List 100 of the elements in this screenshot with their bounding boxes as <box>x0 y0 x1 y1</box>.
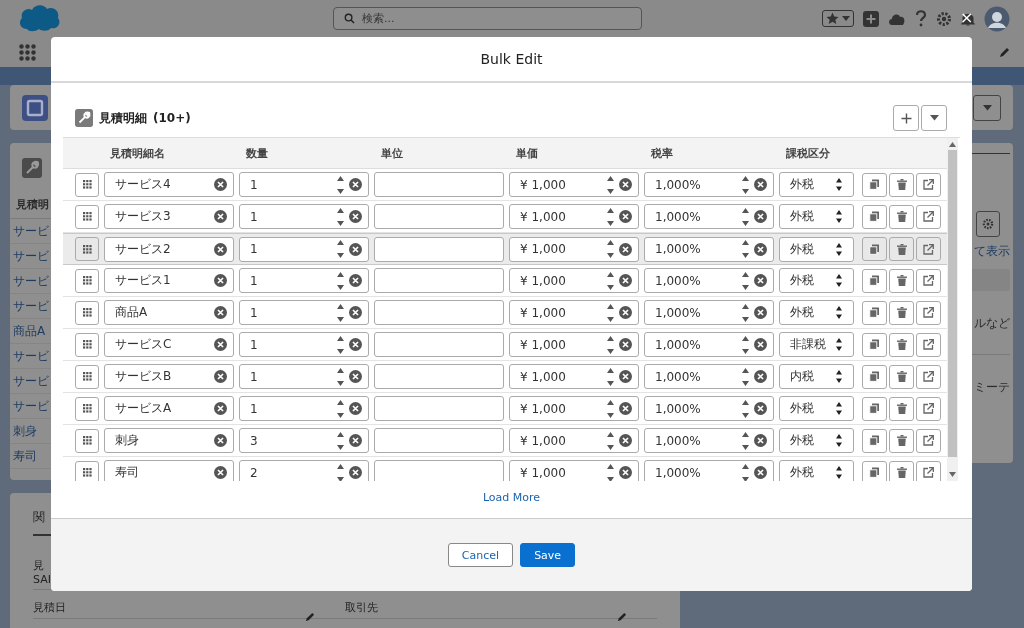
clear-icon[interactable] <box>754 370 767 383</box>
unit-field[interactable] <box>374 364 504 389</box>
spinner-icon[interactable] <box>607 431 614 450</box>
spinner-icon[interactable] <box>742 431 749 450</box>
spinner-icon[interactable] <box>337 463 344 481</box>
spinner-icon[interactable] <box>337 271 344 290</box>
pencil-icon[interactable] <box>305 612 315 622</box>
copy-button[interactable] <box>862 364 887 389</box>
drag-handle[interactable] <box>75 364 99 389</box>
clear-icon[interactable] <box>214 370 227 383</box>
scroll-up-icon[interactable] <box>949 142 956 147</box>
record-link[interactable]: 刺身 <box>13 422 37 440</box>
clear-icon[interactable] <box>619 466 632 479</box>
clear-icon[interactable] <box>619 210 632 223</box>
name-field[interactable]: サービス1 <box>104 268 234 293</box>
clear-icon[interactable] <box>619 434 632 447</box>
unit-field[interactable] <box>374 396 504 421</box>
unit-field[interactable] <box>374 172 504 197</box>
clear-icon[interactable] <box>754 210 767 223</box>
spinner-icon[interactable] <box>607 335 614 354</box>
tax-type-select[interactable]: 外税 <box>779 236 854 262</box>
delete-button[interactable] <box>889 237 914 261</box>
spinner-icon[interactable] <box>607 303 614 322</box>
open-button[interactable] <box>916 268 941 293</box>
clear-icon[interactable] <box>754 178 767 191</box>
clear-icon[interactable] <box>754 274 767 287</box>
copy-button[interactable] <box>862 300 887 325</box>
drag-handle[interactable] <box>75 237 99 261</box>
quantity-field[interactable]: 2 <box>239 460 369 481</box>
clear-icon[interactable] <box>619 370 632 383</box>
name-field[interactable]: サービスA <box>104 396 234 421</box>
price-field[interactable]: ¥ 1,000 <box>509 364 639 389</box>
clear-icon[interactable] <box>619 338 632 351</box>
drag-handle[interactable] <box>75 268 99 293</box>
record-link[interactable]: 商品A <box>13 322 46 340</box>
copy-button[interactable] <box>862 460 887 481</box>
tax-rate-field[interactable]: 1,000% <box>644 204 774 229</box>
tax-rate-field[interactable]: 1,000% <box>644 396 774 421</box>
quantity-field[interactable]: 1 <box>239 396 369 421</box>
view-link[interactable]: て表示 <box>974 243 1010 260</box>
clear-icon[interactable] <box>214 178 227 191</box>
price-field[interactable]: ¥ 1,000 <box>509 236 639 262</box>
copy-button[interactable] <box>862 428 887 453</box>
spinner-icon[interactable] <box>742 175 749 194</box>
quantity-field[interactable]: 1 <box>239 332 369 357</box>
scrollbar[interactable] <box>947 138 958 481</box>
drag-handle[interactable] <box>75 460 99 481</box>
quantity-field[interactable]: 1 <box>239 172 369 197</box>
clear-icon[interactable] <box>214 402 227 415</box>
tax-type-select[interactable]: 外税 <box>779 268 854 293</box>
clear-icon[interactable] <box>754 466 767 479</box>
spinner-icon[interactable] <box>607 175 614 194</box>
spinner-icon[interactable] <box>337 431 344 450</box>
clear-icon[interactable] <box>619 178 632 191</box>
clear-icon[interactable] <box>349 370 362 383</box>
price-field[interactable]: ¥ 1,000 <box>509 268 639 293</box>
clear-icon[interactable] <box>349 178 362 191</box>
spinner-icon[interactable] <box>337 175 344 194</box>
drag-handle[interactable] <box>75 428 99 453</box>
avatar-icon[interactable] <box>984 5 1010 32</box>
copy-button[interactable] <box>862 172 887 197</box>
tax-rate-field[interactable]: 1,000% <box>644 332 774 357</box>
price-field[interactable]: ¥ 1,000 <box>509 204 639 229</box>
unit-field[interactable] <box>374 204 504 229</box>
price-field[interactable]: ¥ 1,000 <box>509 300 639 325</box>
clear-icon[interactable] <box>619 306 632 319</box>
drag-handle[interactable] <box>75 300 99 325</box>
load-more-link[interactable]: Load More <box>482 491 541 504</box>
tax-rate-field[interactable]: 1,000% <box>644 172 774 197</box>
open-button[interactable] <box>916 237 941 261</box>
tax-type-select[interactable]: 外税 <box>779 204 854 229</box>
tax-type-select[interactable]: 外税 <box>779 396 854 421</box>
delete-button[interactable] <box>889 396 914 421</box>
clear-icon[interactable] <box>349 402 362 415</box>
record-link[interactable]: サービ <box>13 347 49 365</box>
copy-button[interactable] <box>862 268 887 293</box>
copy-button[interactable] <box>862 237 887 261</box>
spinner-icon[interactable] <box>742 303 749 322</box>
spinner-icon[interactable] <box>607 240 614 258</box>
spinner-icon[interactable] <box>742 207 749 226</box>
name-field[interactable]: サービスB <box>104 364 234 389</box>
quantity-field[interactable]: 3 <box>239 428 369 453</box>
open-button[interactable] <box>916 460 941 481</box>
unit-field[interactable] <box>374 268 504 293</box>
unit-field[interactable] <box>374 428 504 453</box>
quantity-field[interactable]: 1 <box>239 204 369 229</box>
open-button[interactable] <box>916 204 941 229</box>
spinner-icon[interactable] <box>742 399 749 418</box>
clear-icon[interactable] <box>754 402 767 415</box>
price-field[interactable]: ¥ 1,000 <box>509 428 639 453</box>
quantity-field[interactable]: 1 <box>239 236 369 262</box>
quantity-field[interactable]: 1 <box>239 300 369 325</box>
tax-rate-field[interactable]: 1,000% <box>644 300 774 325</box>
clear-icon[interactable] <box>214 466 227 479</box>
clear-icon[interactable] <box>214 434 227 447</box>
record-link[interactable]: サービ <box>13 272 49 290</box>
record-link[interactable]: サービ <box>13 247 49 265</box>
copy-button[interactable] <box>862 204 887 229</box>
save-button[interactable]: Save <box>520 543 576 567</box>
app-launcher-icon[interactable] <box>19 43 36 61</box>
